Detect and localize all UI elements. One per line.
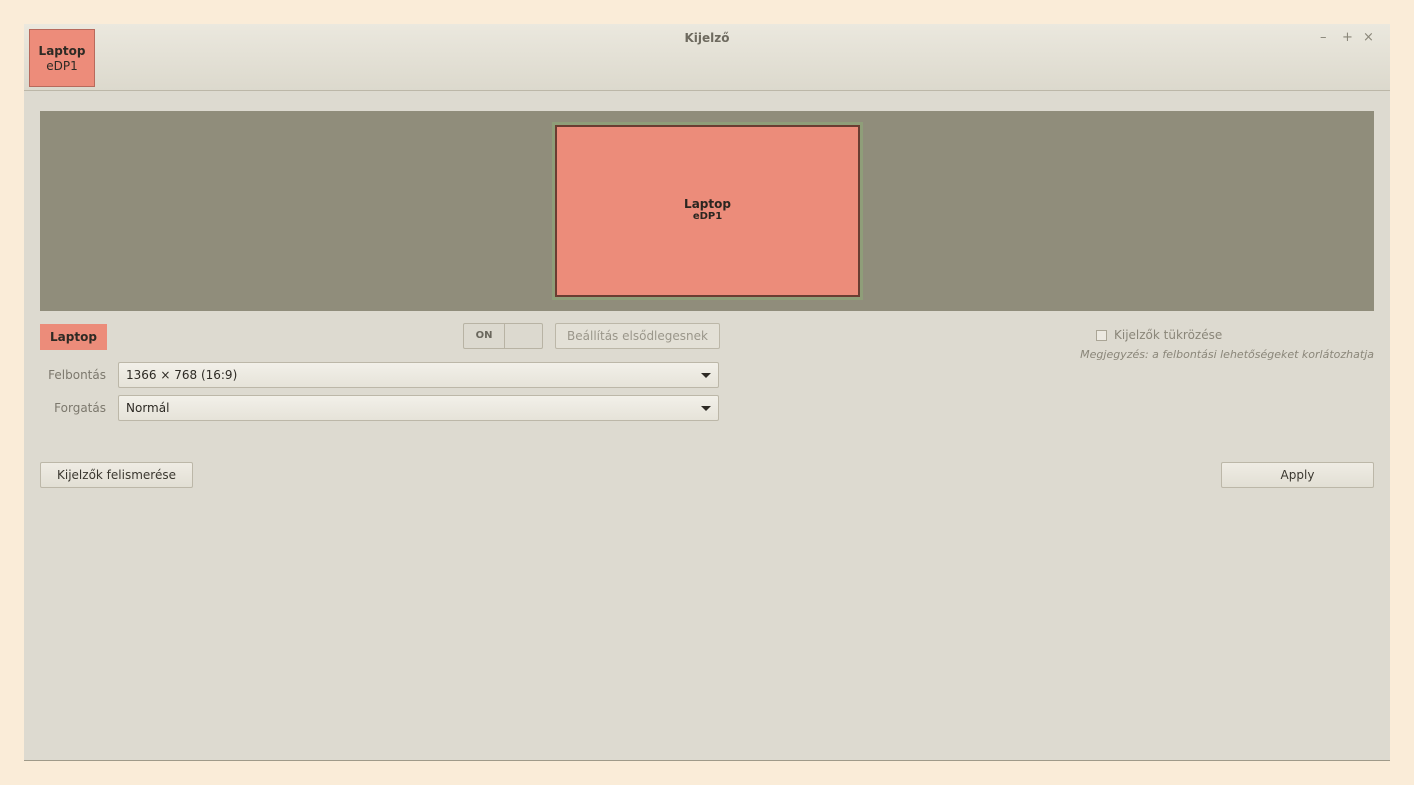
chevron-down-icon — [701, 406, 711, 411]
output-on-toggle[interactable]: ON — [463, 323, 543, 349]
mirror-displays-option[interactable]: Kijelzők tükrözése — [1096, 328, 1222, 342]
output-name-tag: Laptop — [40, 324, 107, 350]
resolution-dropdown[interactable]: 1366 × 768 (16:9) — [118, 362, 719, 388]
maximize-icon[interactable]: + — [1342, 30, 1353, 45]
minimize-icon[interactable]: – — [1320, 30, 1327, 45]
resolution-label: Felbontás — [48, 368, 106, 382]
chevron-down-icon — [701, 373, 711, 378]
resolution-value: 1366 × 768 (16:9) — [126, 368, 238, 382]
close-icon[interactable]: × — [1363, 30, 1374, 45]
set-primary-button[interactable]: Beállítás elsődlegesnek — [555, 323, 720, 349]
display-settings-window: Laptop eDP1 Kijelző – + × Laptop eDP1 La… — [24, 24, 1390, 761]
apply-button[interactable]: Apply — [1221, 462, 1374, 488]
monitor-arrangement-canvas: Laptop eDP1 — [40, 111, 1374, 311]
titlebar: Laptop eDP1 Kijelző – + × — [24, 24, 1390, 91]
monitor-name: Laptop — [684, 197, 731, 211]
badge-connector: eDP1 — [46, 59, 78, 73]
monitor-laptop[interactable]: Laptop eDP1 — [552, 122, 863, 300]
badge-name: Laptop — [38, 44, 86, 58]
rotation-label: Forgatás — [54, 401, 106, 415]
toggle-on-label: ON — [464, 324, 505, 348]
monitor-connector: eDP1 — [692, 211, 723, 222]
window-title: Kijelző — [684, 31, 730, 45]
mirror-checkbox[interactable] — [1096, 330, 1107, 341]
rotation-dropdown[interactable]: Normál — [118, 395, 719, 421]
detect-displays-button[interactable]: Kijelzők felismerése — [40, 462, 193, 488]
mirror-label: Kijelzők tükrözése — [1114, 328, 1223, 342]
mirror-note: Megjegyzés: a felbontási lehetőségeket k… — [1080, 348, 1374, 361]
rotation-value: Normál — [126, 401, 170, 415]
